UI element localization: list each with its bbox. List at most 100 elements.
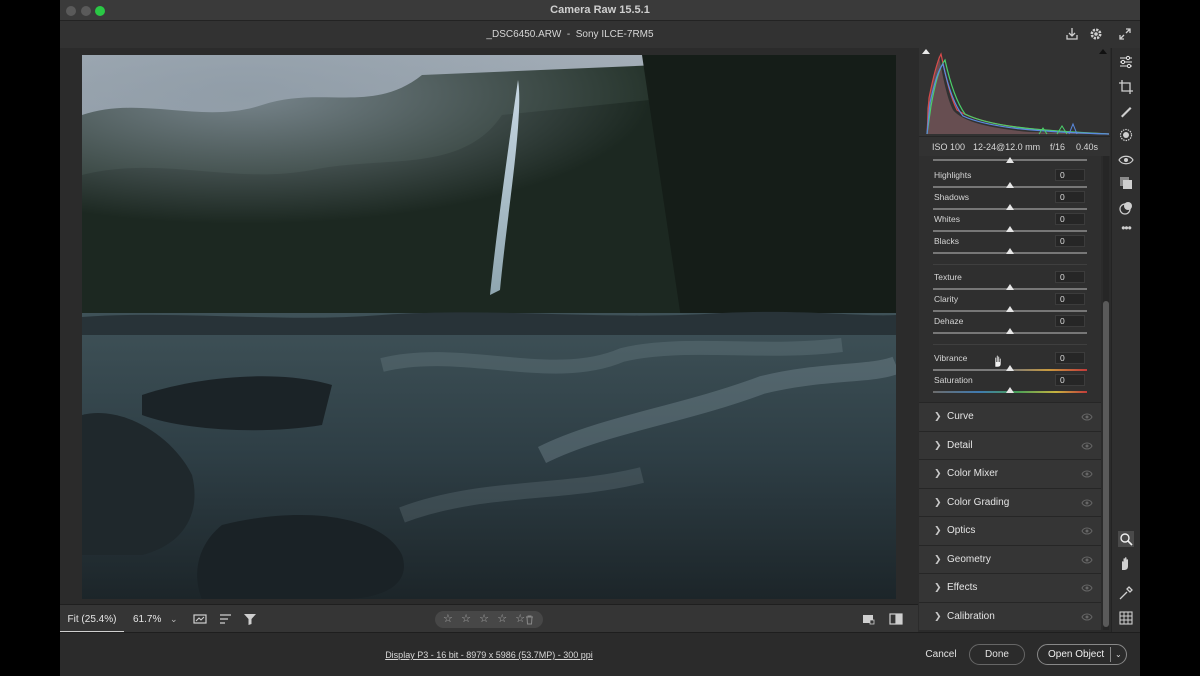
- slider-thumb[interactable]: [1006, 204, 1014, 210]
- slider-value-input[interactable]: 0: [1055, 213, 1085, 225]
- slider-label: Saturation: [934, 375, 973, 385]
- camera-raw-window: Camera Raw 15.5.1 _DSC6450.ARW - Sony IL…: [60, 0, 1140, 676]
- slider-saturation: Saturation 0: [919, 373, 1101, 395]
- section-label: Curve: [947, 411, 974, 422]
- eye-icon[interactable]: [1081, 412, 1093, 422]
- slider-thumb[interactable]: [1006, 306, 1014, 312]
- eye-icon[interactable]: [1081, 526, 1093, 536]
- slider-value-input[interactable]: 0: [1055, 169, 1085, 181]
- presets-icon[interactable]: [1118, 200, 1134, 216]
- open-object-label: Open Object: [1048, 649, 1105, 660]
- section-effects[interactable]: ❯ Effects: [919, 573, 1101, 602]
- section-curve[interactable]: ❯ Curve: [919, 402, 1101, 431]
- sampler-icon[interactable]: [1118, 585, 1134, 601]
- filmstrip-icon[interactable]: [192, 611, 208, 627]
- section-optics[interactable]: ❯ Optics: [919, 516, 1101, 545]
- section-detail[interactable]: ❯ Detail: [919, 430, 1101, 459]
- rating-star-1[interactable]: ☆: [443, 611, 458, 628]
- slider-label: Shadows: [934, 192, 969, 202]
- slider-dehaze: Dehaze 0: [919, 314, 1101, 336]
- panel-scrollbar[interactable]: [1103, 156, 1109, 630]
- zoom-dropdown-chevron-icon[interactable]: ⌄: [170, 614, 178, 625]
- edit-icon[interactable]: [1118, 54, 1134, 70]
- masking-icon[interactable]: [1118, 127, 1134, 143]
- hand-icon[interactable]: [1118, 556, 1134, 572]
- panel-scrollbar-thumb[interactable]: [1103, 301, 1109, 627]
- exposure-slider-thumb[interactable]: [1006, 157, 1014, 163]
- slider-highlights: Highlights 0: [919, 168, 1101, 190]
- cancel-button[interactable]: Cancel: [916, 644, 966, 665]
- histogram-graph: [922, 49, 1110, 135]
- file-header: _DSC6450.ARW - Sony ILCE-7RM5: [60, 21, 1140, 48]
- eye-icon[interactable]: [1081, 498, 1093, 508]
- section-label: Color Mixer: [947, 468, 999, 479]
- slider-vibrance: Vibrance 0: [919, 351, 1101, 373]
- open-object-button[interactable]: Open Object ⌄: [1037, 644, 1127, 665]
- slider-value-input[interactable]: 0: [1055, 315, 1085, 327]
- section-geometry[interactable]: ❯ Geometry: [919, 544, 1101, 573]
- slider-value-input[interactable]: 0: [1055, 271, 1085, 283]
- exif-lens: 12-24@12.0 mm: [973, 142, 1041, 152]
- section-color-mixer[interactable]: ❯ Color Mixer: [919, 459, 1101, 488]
- eye-icon[interactable]: [1081, 441, 1093, 451]
- view-mode-icon[interactable]: [860, 611, 876, 627]
- exif-info: ISO 100 12-24@12.0 mm f/16 0.40s: [919, 136, 1110, 156]
- grid-icon[interactable]: [1118, 610, 1134, 626]
- basic-sliders: Highlights 0 Shadows 0 Whites 0 Blacks 0: [919, 156, 1101, 402]
- rating-star-3[interactable]: ☆: [479, 611, 494, 628]
- slider-label: Dehaze: [934, 316, 964, 326]
- done-button[interactable]: Done: [969, 644, 1025, 665]
- tool-strip: •••: [1111, 48, 1140, 632]
- chevron-right-icon: ❯: [934, 496, 942, 507]
- file-title: _DSC6450.ARW - Sony ILCE-7RM5: [60, 29, 1080, 40]
- zoom-fit-button[interactable]: Fit (25.4%): [60, 605, 124, 633]
- file-separator: -: [566, 29, 571, 40]
- slider-value-input[interactable]: 0: [1055, 293, 1085, 305]
- fullscreen-icon[interactable]: [1117, 26, 1133, 42]
- section-label: Optics: [947, 525, 976, 536]
- eye-icon[interactable]: [1081, 612, 1093, 622]
- slider-value-input[interactable]: 0: [1055, 352, 1085, 364]
- chevron-right-icon: ❯: [934, 411, 942, 421]
- slider-value-input[interactable]: 0: [1055, 374, 1085, 386]
- gear-icon[interactable]: [1088, 26, 1104, 42]
- workflow-options-link[interactable]: Display P3 - 16 bit - 8979 x 5986 (53.7M…: [60, 650, 918, 660]
- slider-texture: Texture 0: [919, 270, 1101, 292]
- zoom-icon[interactable]: [1118, 531, 1134, 547]
- footer-bar: Display P3 - 16 bit - 8979 x 5986 (53.7M…: [60, 632, 1140, 676]
- sort-icon[interactable]: [218, 611, 234, 627]
- slider-label: Clarity: [934, 294, 959, 304]
- slider-thumb[interactable]: [1006, 248, 1014, 254]
- filter-icon[interactable]: [242, 611, 258, 627]
- crop-icon[interactable]: [1118, 79, 1134, 95]
- rating-star-2[interactable]: ☆: [461, 611, 476, 628]
- slider-group-divider: [933, 264, 1087, 265]
- slider-value-input[interactable]: 0: [1055, 235, 1085, 247]
- save-icon[interactable]: [1064, 26, 1080, 42]
- eye-icon[interactable]: [1081, 583, 1093, 593]
- file-name: _DSC6450.ARW: [486, 29, 562, 40]
- trash-icon[interactable]: [525, 615, 534, 625]
- photo-preview[interactable]: [82, 55, 896, 599]
- slider-thumb[interactable]: [1006, 182, 1014, 188]
- waterfall-photo: [82, 55, 896, 599]
- section-color-grading[interactable]: ❯ Color Grading: [919, 487, 1101, 516]
- red-eye-icon[interactable]: [1118, 152, 1134, 168]
- eye-icon[interactable]: [1081, 469, 1093, 479]
- slider-thumb[interactable]: [1006, 365, 1014, 371]
- healing-icon[interactable]: [1118, 103, 1134, 119]
- snapshots-icon[interactable]: [1118, 175, 1134, 191]
- open-options-chevron-icon[interactable]: ⌄: [1115, 645, 1122, 664]
- slider-label: Blacks: [934, 236, 960, 246]
- slider-thumb[interactable]: [1006, 328, 1014, 334]
- slider-value-input[interactable]: 0: [1055, 191, 1085, 203]
- zoom-percent-button[interactable]: 61.7%: [133, 614, 161, 625]
- section-calibration[interactable]: ❯ Calibration: [919, 601, 1101, 630]
- slider-thumb[interactable]: [1006, 387, 1014, 393]
- slider-thumb[interactable]: [1006, 284, 1014, 290]
- before-after-icon[interactable]: [888, 611, 904, 627]
- eye-icon[interactable]: [1081, 555, 1093, 565]
- more-icon[interactable]: •••: [1118, 221, 1134, 237]
- slider-thumb[interactable]: [1006, 226, 1014, 232]
- rating-star-4[interactable]: ☆: [497, 611, 512, 628]
